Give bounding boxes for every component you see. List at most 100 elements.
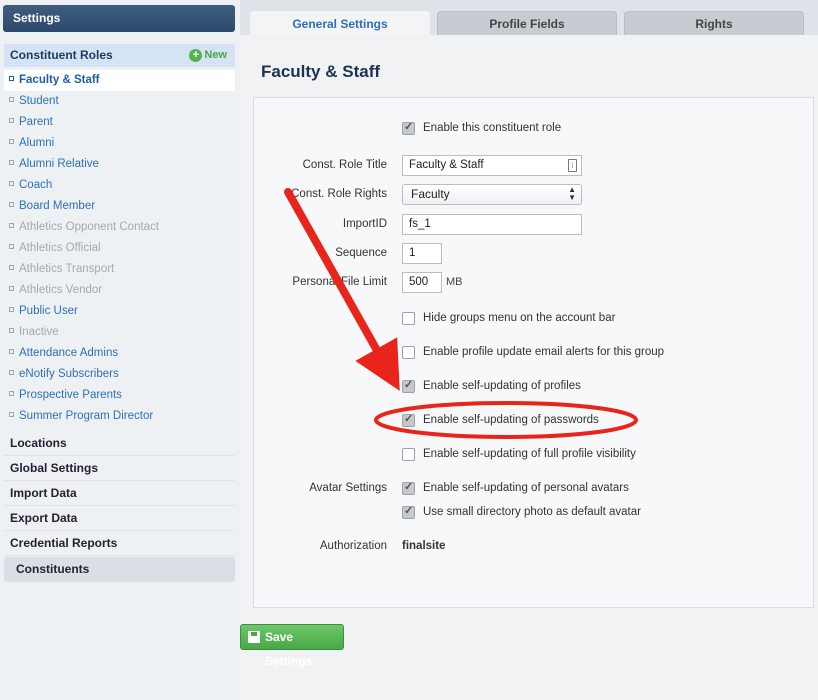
role-label: Board Member [19,200,96,212]
hide-groups-menu-checkbox[interactable] [402,312,415,325]
bullet-icon [9,97,14,103]
role-label: Prospective Parents [19,389,122,401]
sequence-input[interactable]: 1 [402,243,442,264]
role-rights-select[interactable]: Faculty ▲ ▼ [402,184,582,205]
role-item-attendance-admins[interactable]: Attendance Admins [4,343,235,364]
nav-locations[interactable]: Locations [4,431,235,456]
bullet-icon [9,370,14,376]
role-label: Faculty & Staff [19,74,100,86]
bullet-icon [9,265,14,271]
enable-role-checkbox[interactable] [402,120,415,135]
page-title: Faculty & Staff [261,62,381,81]
role-label: Attendance Admins [19,347,119,359]
file-limit-label: Personal File Limit [292,276,387,288]
tab-profile-fields[interactable]: Profile Fields [437,11,617,35]
role-label: Athletics Official [19,242,101,254]
role-item-athletics-opponent-contact[interactable]: Athletics Opponent Contact [4,217,235,238]
role-label: Coach [19,179,53,191]
save-settings-label: Save Settings [265,630,313,668]
nav-global-settings[interactable]: Global Settings [4,456,235,481]
bullet-icon [9,244,14,250]
role-rights-value: Faculty [411,187,450,201]
role-item-inactive[interactable]: Inactive [4,322,235,343]
import-id-input[interactable]: fs_1 [402,214,582,235]
role-title-label: Const. Role Title [302,159,387,171]
personal-avatars-checkbox[interactable] [402,480,415,495]
email-alerts-checkbox[interactable] [402,346,415,359]
save-settings-button[interactable]: Save Settings [240,624,344,668]
settings-header: Settings [3,5,235,32]
sequence-value: 1 [409,247,416,259]
role-label: Alumni [19,137,55,149]
nav-constituents[interactable]: Constituents [4,557,235,582]
nav-credential-reports[interactable]: Credential Reports [4,531,235,556]
profile-visibility-checkbox[interactable] [402,448,415,461]
bullet-icon [9,118,14,124]
role-item-prospective-parents[interactable]: Prospective Parents [4,385,235,406]
role-label: eNotify Subscribers [19,368,119,380]
bullet-icon [9,349,14,355]
bullet-icon [9,202,14,208]
role-label: Inactive [19,326,59,338]
role-label: Summer Program Director [19,410,154,422]
role-label: Student [19,95,59,107]
role-label: Alumni Relative [19,158,99,170]
file-limit-unit: MB [446,276,463,288]
role-label: Public User [19,305,78,317]
role-label: Athletics Transport [19,263,115,275]
constituent-roles-heading: Constituent Roles + New [4,44,235,67]
role-item-faculty-staff[interactable]: Faculty & Staff [4,70,235,91]
bullet-icon [9,412,14,418]
nav-import-data[interactable]: Import Data [4,481,235,506]
role-item-parent[interactable]: Parent [4,112,235,133]
role-title-input[interactable]: Faculty & Staff ⁝ [402,155,582,176]
role-item-summer-program-director[interactable]: Summer Program Director [4,406,235,427]
sequence-label: Sequence [335,247,387,259]
role-item-public-user[interactable]: Public User [4,301,235,322]
tab-rights[interactable]: Rights [624,11,804,35]
bullet-icon [9,139,14,145]
default-avatar-checkbox[interactable] [402,504,415,519]
email-alerts-label: Enable profile update email alerts for t… [423,346,665,358]
file-limit-input[interactable]: 500 [402,272,442,293]
default-avatar-label: Use small directory photo as default ava… [423,506,641,518]
sidebar: Settings Constituent Roles + New Faculty … [0,0,240,700]
bullet-icon [9,307,14,313]
import-id-value: fs_1 [409,218,431,230]
field-lock-icon[interactable]: ⁝ [568,159,577,172]
select-arrows-icon: ▲ ▼ [568,185,576,202]
bullet-icon [9,286,14,292]
role-item-board-member[interactable]: Board Member [4,196,235,217]
nav-export-data[interactable]: Export Data [4,506,235,531]
settings-form: Enable this constituent role Const. Role… [253,97,814,608]
role-label: Athletics Opponent Contact [19,221,159,233]
bullet-icon [9,160,14,166]
role-item-student[interactable]: Student [4,91,235,112]
role-item-alumni[interactable]: Alumni [4,133,235,154]
role-item-enotify-subscribers[interactable]: eNotify Subscribers [4,364,235,385]
settings-nav: Locations Global Settings Import Data Ex… [4,431,235,582]
role-item-athletics-transport[interactable]: Athletics Transport [4,259,235,280]
role-item-athletics-vendor[interactable]: Athletics Vendor [4,280,235,301]
enable-role-label: Enable this constituent role [423,122,562,134]
bullet-icon [9,76,14,82]
plus-icon: + [189,49,203,62]
hide-groups-menu-label: Hide groups menu on the account bar [423,312,616,324]
file-limit-value: 500 [409,276,429,288]
bullet-icon [9,328,14,334]
new-role-label: New [204,49,227,61]
bullet-icon [9,181,14,187]
role-item-alumni-relative[interactable]: Alumni Relative [4,154,235,175]
self-update-passwords-checkbox[interactable] [402,412,415,427]
role-item-athletics-official[interactable]: Athletics Official [4,238,235,259]
authorization-value: finalsite [402,540,446,552]
role-item-coach[interactable]: Coach [4,175,235,196]
role-label: Athletics Vendor [19,284,103,296]
import-id-label: ImportID [342,218,387,230]
tab-general-settings[interactable]: General Settings [250,11,430,36]
profile-visibility-label: Enable self-updating of full profile vis… [423,448,636,460]
main-panel: Faculty & Staff Enable this constituent … [240,35,818,700]
new-role-button[interactable]: + New [189,44,227,67]
self-update-profiles-checkbox[interactable] [402,378,415,393]
save-disk-icon [248,631,260,643]
